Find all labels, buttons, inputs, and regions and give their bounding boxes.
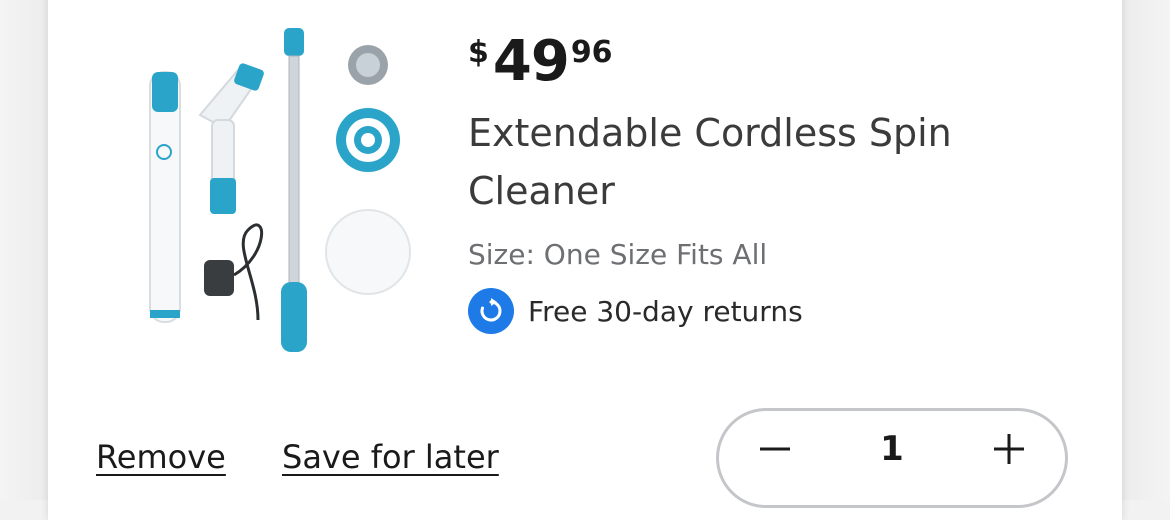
save-for-later-button[interactable]: Save for later xyxy=(282,438,499,476)
extension-pole-graphic xyxy=(281,28,307,352)
price-cents: 96 xyxy=(570,35,613,70)
plus-icon xyxy=(994,434,1024,464)
return-arrow-icon xyxy=(468,288,514,334)
cart-item-card: $ 49 96 Extendable Cordless Spin Cleaner… xyxy=(48,0,1122,520)
quantity-stepper: 1 xyxy=(716,408,1068,508)
remove-button[interactable]: Remove xyxy=(96,438,226,476)
item-price: $ 49 96 xyxy=(468,34,613,90)
free-returns-info: Free 30-day returns xyxy=(468,288,803,334)
price-currency: $ xyxy=(468,35,489,70)
price-dollars: 49 xyxy=(492,29,570,94)
charger-graphic xyxy=(204,223,264,321)
brush-head-graphic xyxy=(198,63,264,214)
cleaner-handle-graphic xyxy=(149,71,181,323)
product-size: Size: One Size Fits All xyxy=(468,238,768,271)
returns-text: Free 30-day returns xyxy=(528,294,803,328)
increase-quantity-button[interactable] xyxy=(981,421,1037,477)
page-gutter-right xyxy=(1122,0,1170,500)
brush-heads-graphic xyxy=(325,45,411,295)
product-title[interactable]: Extendable Cordless Spin Cleaner xyxy=(468,104,1028,220)
product-image[interactable] xyxy=(138,20,418,375)
page-gutter-left xyxy=(0,0,48,500)
